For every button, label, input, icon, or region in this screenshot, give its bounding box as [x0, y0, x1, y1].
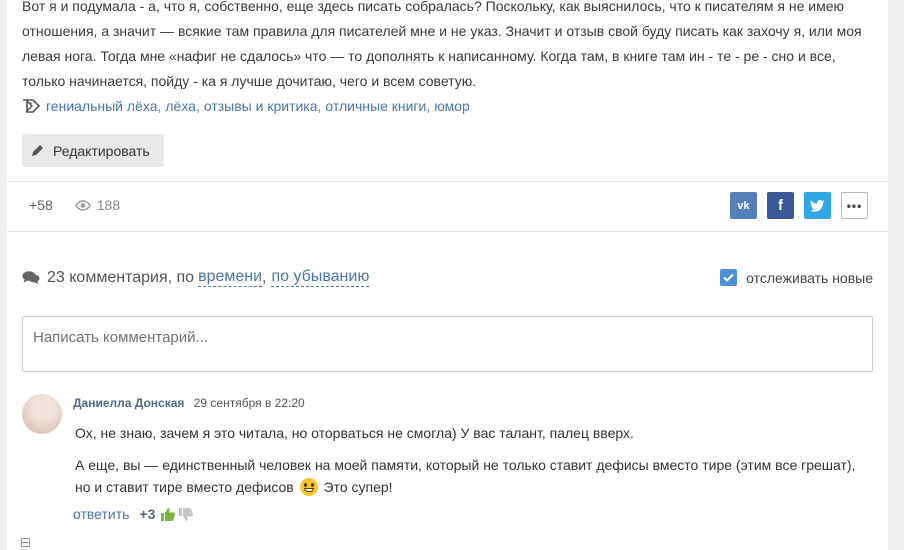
checkmark-icon [723, 273, 734, 282]
comments-header: 23 комментария, по времени , по убыванию [22, 268, 370, 287]
views-counter: 188 [74, 197, 121, 213]
comments-icon [22, 271, 40, 285]
follow-label: отслеживать новые [746, 269, 873, 286]
divider [7, 231, 888, 232]
tag-link[interactable]: гениальный лёха [46, 98, 157, 114]
comments-count: 23 комментария, по [47, 268, 195, 286]
thumbs-down-icon[interactable] [179, 507, 194, 521]
comment-rating: +3 [139, 506, 156, 522]
avatar[interactable] [22, 394, 62, 434]
tag-link[interactable]: лёха [165, 98, 196, 114]
follow-comments-toggle[interactable]: отслеживать новые [720, 269, 873, 286]
comment-date[interactable]: 29 сентября в 22:20 [194, 396, 305, 410]
post-card: Вот я и подумала - а, что я, собственно,… [7, 0, 888, 550]
share-buttons: vk f ••• [720, 192, 868, 219]
reply-link[interactable]: ответить [73, 506, 129, 522]
pencil-icon [32, 144, 43, 156]
tags-icon [23, 99, 40, 113]
comment-paragraph: А еще, вы — единственный человек на моей… [75, 454, 865, 498]
collapse-thread-icon[interactable] [21, 538, 30, 547]
share-vk-button[interactable]: vk [730, 192, 757, 219]
post-text: Вот я и подумала - а, что я, собственно,… [22, 0, 872, 94]
post-rating: +58 [29, 197, 53, 213]
follow-checkbox[interactable] [720, 269, 738, 286]
post-stats: +58 188 [29, 197, 120, 213]
twitter-icon [810, 199, 825, 212]
share-more-button[interactable]: ••• [841, 192, 868, 219]
facebook-icon: f [778, 197, 783, 214]
eye-icon [74, 199, 91, 211]
page-scrollbar[interactable] [894, 0, 904, 550]
edit-button[interactable]: Редактировать [22, 134, 164, 167]
comment-actions: ответить +3 [73, 506, 197, 522]
vk-icon: vk [737, 199, 750, 212]
edit-button-label: Редактировать [53, 142, 150, 159]
sort-separator: , [262, 268, 267, 286]
comment-paragraph: Ох, не знаю, зачем я это читала, но отор… [75, 425, 634, 441]
comment-text: Это супер! [319, 479, 393, 495]
tag-list: гениальный лёха, лёха, отзывы и критика,… [22, 98, 470, 114]
more-icon: ••• [846, 198, 863, 213]
tag-link[interactable]: юмор [434, 98, 470, 114]
sort-by-time-link[interactable]: времени [198, 268, 263, 287]
comment-text: А еще, вы — единственный человек на моей… [75, 457, 856, 495]
grinning-emoji-icon [299, 478, 318, 496]
divider [7, 181, 888, 182]
tag-link[interactable]: отзывы и критика [204, 98, 318, 114]
thumbs-up-icon[interactable] [161, 507, 176, 521]
sort-order-link[interactable]: по убыванию [271, 268, 370, 287]
comment-input[interactable]: Написать комментарий... [22, 316, 873, 372]
comment-author[interactable]: Даниелла Донская [73, 396, 184, 410]
tag-link[interactable]: отличные книги [325, 98, 426, 114]
views-count: 188 [96, 197, 121, 213]
comment-meta: Даниелла Донская 29 сентября в 22:20 [73, 396, 305, 410]
post-paragraph: Вот я и подумала - а, что я, собственно,… [22, 0, 862, 89]
comment-body: Ох, не знаю, зачем я это читала, но отор… [75, 422, 865, 508]
share-facebook-button[interactable]: f [767, 192, 794, 219]
share-twitter-button[interactable] [804, 192, 831, 219]
comment-input-placeholder: Написать комментарий... [33, 329, 209, 346]
